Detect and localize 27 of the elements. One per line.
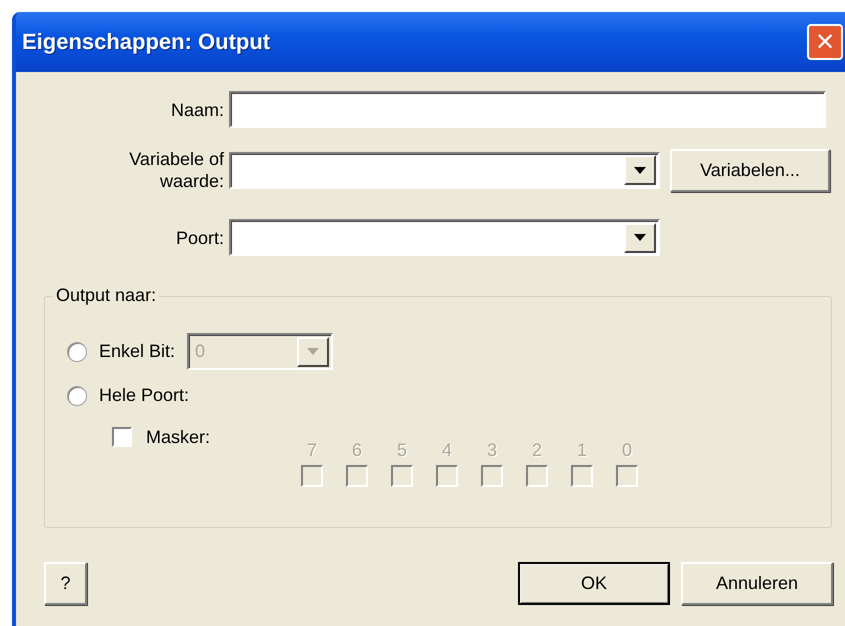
- variables-button[interactable]: Variabelen...: [670, 148, 830, 192]
- bit-label: 0: [622, 439, 632, 461]
- dropdown-field[interactable]: [229, 152, 660, 188]
- close-button[interactable]: ✕: [807, 24, 843, 60]
- bit-label: 3: [487, 439, 498, 461]
- checkbox-label: Masker:: [146, 426, 210, 448]
- group-legend: Output naar:: [53, 285, 160, 306]
- radio-button[interactable]: [67, 386, 87, 406]
- bit-label: 6: [352, 439, 362, 461]
- field-label: Poort:: [174, 226, 224, 248]
- dialog-button[interactable]: OK: [518, 562, 670, 605]
- bit-label: 5: [397, 439, 408, 461]
- field-label: Naam:: [170, 98, 224, 120]
- dialog-button[interactable]: Annuleren: [681, 562, 833, 605]
- checkbox[interactable]: [112, 427, 132, 447]
- dropdown-field[interactable]: [229, 219, 660, 256]
- window-title: Eigenschappen: Output: [22, 29, 270, 55]
- input-field[interactable]: [229, 91, 826, 128]
- help-button[interactable]: ?: [44, 562, 87, 605]
- bit-label: 2: [532, 439, 542, 461]
- bit-label: 4: [442, 439, 452, 461]
- bit-label: 7: [307, 439, 318, 461]
- radio-label: Enkel Bit:: [99, 341, 176, 362]
- field-label: Variabele of waarde:: [128, 148, 224, 192]
- radio-button[interactable]: [67, 342, 87, 362]
- radio-label: Hele Poort:: [99, 385, 190, 406]
- bit-label: 1: [577, 439, 588, 461]
